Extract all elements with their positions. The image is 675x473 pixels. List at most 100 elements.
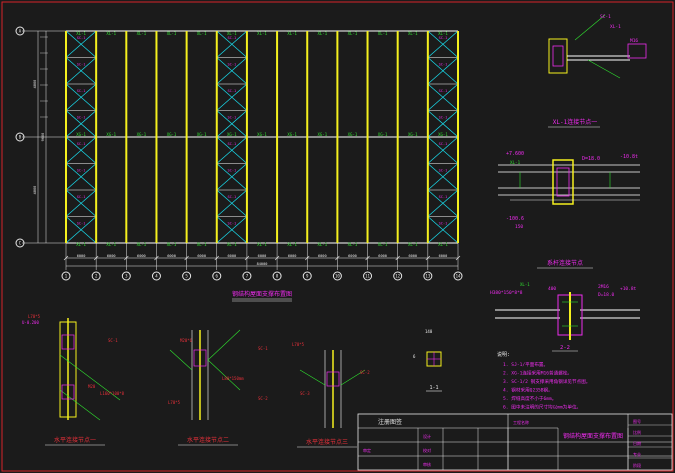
detail1-bolt-box bbox=[627, 43, 647, 59]
section-label: 150 bbox=[515, 224, 523, 230]
bay-dim: 6000 bbox=[137, 254, 146, 258]
tb-cell: 校对 bbox=[423, 447, 431, 453]
sec22-label: 400 bbox=[548, 286, 556, 292]
note-item: 2. XG-1连接采用M16普通螺栓。 bbox=[503, 370, 572, 377]
beam-label: XG-1 bbox=[137, 132, 147, 137]
detail1-label: XL-1 bbox=[610, 24, 621, 30]
column-bubble-label: 13 bbox=[425, 274, 430, 279]
brace-label: SC-1 bbox=[228, 222, 237, 226]
column-bubble-label: 10 bbox=[335, 274, 340, 279]
column-bubble-label: 9 bbox=[306, 274, 309, 279]
column-bubble-label: 1 bbox=[65, 274, 68, 279]
column-bubble-label: 11 bbox=[365, 274, 370, 279]
beam-label: XL-1 bbox=[438, 242, 448, 247]
section-label: -100.6 bbox=[506, 216, 524, 222]
bay-dim: 6000 bbox=[378, 254, 387, 258]
beam-label: XL-1 bbox=[408, 31, 418, 36]
brace-label: SC-1 bbox=[228, 142, 237, 146]
column-bubble-label: 5 bbox=[185, 274, 188, 279]
bay-dim: 6000 bbox=[258, 254, 267, 258]
row-dim: 4800 bbox=[33, 80, 37, 89]
beam-label: XG-1 bbox=[227, 132, 237, 137]
row-bubble-label: C bbox=[19, 241, 22, 246]
beam-label: XL-1 bbox=[167, 242, 177, 247]
horiz2-caption: 水平连接节点二 bbox=[187, 436, 229, 444]
beam-label: XL-1 bbox=[106, 242, 116, 247]
beam-label: XL-1 bbox=[317, 31, 327, 36]
section-label: -10.8t bbox=[620, 154, 638, 160]
tb-cell: 工程名称 bbox=[513, 419, 529, 425]
horiz3-brace bbox=[299, 369, 326, 386]
beam-label: XL-1 bbox=[287, 242, 297, 247]
bay-dim: 6000 bbox=[197, 254, 206, 258]
beam-label: XL-1 bbox=[197, 242, 207, 247]
beam-label: XL-1 bbox=[348, 31, 358, 36]
brace-label: SC-1 bbox=[77, 116, 86, 120]
beam-label: XL-1 bbox=[197, 31, 207, 36]
bay-dim: 6000 bbox=[408, 254, 417, 258]
horiz1-label: L70*5 bbox=[28, 314, 41, 319]
column-bubble-label: 3 bbox=[125, 274, 128, 279]
brace-label: SC-1 bbox=[77, 195, 86, 199]
brace-label: SC-1 bbox=[439, 63, 448, 67]
beam-label: XG-1 bbox=[348, 132, 358, 137]
horiz2-brace bbox=[169, 349, 193, 371]
brace-label: SC-1 bbox=[228, 63, 237, 67]
beam-label: XL-1 bbox=[378, 31, 388, 36]
brace-label: SC-1 bbox=[228, 169, 237, 173]
small11-caption: 1-1 bbox=[429, 385, 438, 391]
beam-label: XG-1 bbox=[197, 132, 207, 137]
beam-label: XL-1 bbox=[348, 242, 358, 247]
column-bubble-label: 6 bbox=[216, 274, 219, 279]
small11-label: 140 bbox=[425, 329, 433, 334]
row-bubble-label: A bbox=[19, 29, 22, 34]
brace-label: SC-1 bbox=[439, 195, 448, 199]
beam-label: XL-1 bbox=[76, 242, 86, 247]
sec22-label: D=18.0 bbox=[598, 292, 615, 298]
horiz2-label: L70*5 bbox=[168, 400, 181, 405]
section-label: D=18.0 bbox=[582, 156, 600, 162]
tb-cell: 专业 bbox=[633, 451, 641, 457]
section-label: XL-1 bbox=[510, 160, 521, 165]
sec22-label: 2M16 bbox=[598, 284, 609, 290]
tb-drawing-title: 钢结构屋面支撑布置图 bbox=[563, 432, 623, 440]
note-item: 5. 焊缝高度不小于6mm。 bbox=[503, 395, 556, 402]
beam-label: XL-1 bbox=[167, 31, 177, 36]
horiz1-label: L160*100*8 bbox=[100, 391, 125, 396]
brace-label: SC-1 bbox=[77, 169, 86, 173]
detail1-column bbox=[548, 38, 568, 74]
beam-label: XG-1 bbox=[438, 132, 448, 137]
sec22-label: H380*150*8*8 bbox=[490, 290, 523, 296]
beam-label: XL-1 bbox=[257, 31, 267, 36]
beam-label: XG-1 bbox=[106, 132, 116, 137]
detail1-plate bbox=[552, 45, 564, 67]
beam-label: XL-1 bbox=[137, 242, 147, 247]
horiz3-caption: 水平连接节点三 bbox=[306, 438, 348, 446]
beam-label: XG-1 bbox=[317, 132, 327, 137]
column-bubble-label: 2 bbox=[95, 274, 98, 279]
brace-label: SC-1 bbox=[439, 116, 448, 120]
brace-label: SC-1 bbox=[77, 222, 86, 226]
brace-label: SC-1 bbox=[77, 36, 86, 40]
note-item: 1. SJ-1/平面布置。 bbox=[503, 361, 548, 368]
column-bubble-label: 4 bbox=[155, 274, 158, 279]
brace-label: SC-1 bbox=[439, 36, 448, 40]
brace-label: SC-1 bbox=[77, 142, 86, 146]
section-node-caption: 系杆连接节点 bbox=[547, 259, 583, 267]
horiz3-label: SC-2 bbox=[360, 370, 370, 375]
row-bubble-label: B bbox=[19, 135, 22, 140]
bay-dim: 6000 bbox=[228, 254, 237, 258]
horiz2-label: SC-1 bbox=[258, 346, 268, 351]
beam-label: XL-1 bbox=[137, 31, 147, 36]
small11-label: 6 bbox=[413, 354, 416, 359]
beam-label: XL-1 bbox=[257, 242, 267, 247]
tb-cell: 设计 bbox=[423, 433, 431, 439]
beam-label: XG-1 bbox=[257, 132, 267, 137]
horiz2-label: L80*150mm bbox=[222, 376, 244, 381]
tb-cell: 审定 bbox=[363, 447, 371, 453]
detail1-label: SC-1 bbox=[600, 14, 611, 20]
horiz2-brace bbox=[207, 329, 241, 361]
beam-label: XG-1 bbox=[287, 132, 297, 137]
tb-cell: 图号 bbox=[633, 418, 641, 424]
bay-dim: 6000 bbox=[107, 254, 116, 258]
